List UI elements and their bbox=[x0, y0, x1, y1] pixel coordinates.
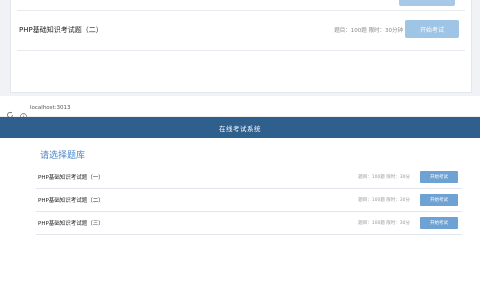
exam-meta: 题目：100题 限时：30分 bbox=[358, 221, 410, 226]
exam-row: PHP基础知识考试题（二） 题目：100题 限时：30分 开始考试 bbox=[36, 189, 462, 212]
site-info-icon[interactable] bbox=[20, 105, 27, 120]
top-exam-row: PHP基础知识考试题（二） 题目：100题 限时：30分钟 开始考试 bbox=[11, 18, 471, 42]
select-bank-link[interactable]: 请选择题库 bbox=[40, 148, 85, 161]
exam-title: PHP基础知识考试题（二） bbox=[38, 198, 104, 204]
exam-list: PHP基础知识考试题（一） 题目：100题 限时：30分 开始考试 PHP基础知… bbox=[36, 166, 462, 235]
exam-meta: 题目：100题 限时：30分 bbox=[358, 175, 410, 180]
browser-address-bar: localhost:3013 bbox=[0, 100, 480, 120]
start-exam-button[interactable]: 开始考试 bbox=[420, 171, 458, 183]
top-panel: PHP基础知识考试题（二） 题目：100题 限时：30分钟 开始考试 bbox=[0, 0, 480, 96]
page-title: 在线考试系统 bbox=[219, 124, 261, 133]
exam-row: PHP基础知识考试题（三） 题目：100题 限时：30分 开始考试 bbox=[36, 212, 462, 235]
exam-row: PHP基础知识考试题（一） 题目：100题 限时：30分 开始考试 bbox=[36, 166, 462, 189]
top-exam-card: PHP基础知识考试题（二） 题目：100题 限时：30分钟 开始考试 bbox=[10, 0, 472, 93]
exam-meta: 题目：100题 限时：30分 bbox=[358, 198, 410, 203]
start-exam-button[interactable]: 开始考试 bbox=[420, 194, 458, 206]
start-exam-button[interactable]: 开始考试 bbox=[420, 217, 458, 229]
exam-title: PHP基础知识考试题（三） bbox=[38, 221, 104, 227]
exam-title: PHP基础知识考试题（一） bbox=[38, 175, 104, 181]
url-text[interactable]: localhost:3013 bbox=[30, 105, 71, 111]
top-cropped-button[interactable] bbox=[399, 0, 455, 6]
refresh-icon[interactable] bbox=[6, 104, 14, 118]
app-header: 在线考试系统 bbox=[0, 117, 480, 138]
divider bbox=[17, 10, 465, 11]
top-exam-meta: 题目：100题 限时：30分钟 bbox=[334, 28, 403, 34]
divider bbox=[17, 50, 465, 51]
top-start-exam-button[interactable]: 开始考试 bbox=[405, 20, 459, 38]
top-exam-title: PHP基础知识考试题（二） bbox=[19, 26, 103, 34]
